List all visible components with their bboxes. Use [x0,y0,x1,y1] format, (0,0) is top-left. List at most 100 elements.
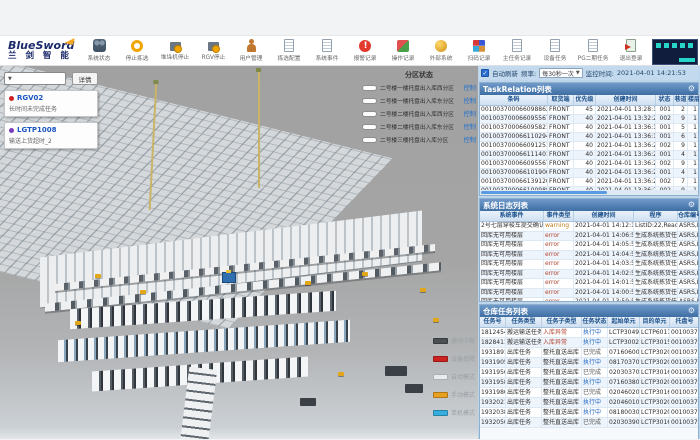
user-management-icon [245,39,258,52]
panel-title: 系统日志列表 [483,200,528,211]
panel-settings-icon[interactable]: ⚙ [688,200,695,210]
main-toolbar: BlueSword 兰 剑 智 能 系统状态停止拣选堆垛机停止RGV停止用户管理… [0,36,700,66]
table-row[interactable]: 回库无可用楼层error2021-04-01 14:00:52生成系统拣货任务请… [480,289,698,299]
partition-control-link[interactable]: 控制 [464,135,476,144]
partition-toggle[interactable] [362,137,377,143]
table-cell: 0818003032 [608,408,640,417]
table-header-row: 条码取货端优先级创建时间状态巷道楼层 [480,95,698,106]
table-row[interactable]: 00100370006611140190FRONT402021-04-01 13… [480,151,698,160]
table-row[interactable]: 00100370006609556770FRONT402021-04-01 13… [480,115,698,124]
partition-toggle[interactable] [362,98,377,104]
partition-control-link[interactable]: 控制 [464,109,476,118]
external-system-button[interactable]: 外部系统 [422,40,460,62]
table-cell: 出库任务 [506,358,542,367]
table-cell: 出库任务 [506,378,542,387]
table-row[interactable]: 回库无可用楼层error2021-04-01 14:06:57生成系统拣货任务请… [480,232,698,242]
partition-toggle[interactable] [362,124,377,130]
partition-toggle[interactable] [362,85,377,91]
agv-vehicle [140,290,146,294]
table-row[interactable]: 00100370006609556770FRONT402021-04-01 13… [480,160,698,169]
auto-refresh-checkbox[interactable]: ✓ [481,69,489,77]
table-cell: error [544,241,574,250]
table-row[interactable]: 1812454搬运输送任务入库异常执行中LCTP3049LCTP60110010… [480,328,698,338]
legend-item: 自动模式 [433,372,477,381]
table-row[interactable]: 1828411搬运输送任务入库异常执行中LCTP3002LCTP30150010… [480,338,698,348]
system-log-table: 系统事件事件类型创建时间程序仓库编号 2号七层穿梭车提交确认单平过车辆warni… [480,211,698,301]
table-cell: error [544,251,574,260]
partition-control-link[interactable]: 控制 [464,96,476,105]
logout-button[interactable]: 退出登录 [612,39,650,62]
table-cell: 1 [688,151,698,159]
detail-button[interactable]: 详情 [72,72,98,85]
task-relation-table: 条码取货端优先级创建时间状态巷道楼层 00100370006609886219F… [480,95,698,190]
stacker-stop-button[interactable]: 堆垛机停止 [156,40,194,61]
table-cell: ASRS,LG2 [678,298,698,301]
pg-phase2-tasks-button[interactable]: PG二期任务 [574,39,612,62]
table-cell: 001 [656,133,674,141]
table-row[interactable]: 00100370006610190639FRONT402021-04-01 13… [480,169,698,178]
table-cell: 1931958 [480,378,506,387]
system-status-button[interactable]: 系统状态 [80,39,118,62]
table-row[interactable]: 回库无可用楼层error2021-04-01 14:05:56生成系统拣货任务请… [480,241,698,251]
table-cell: 2021-04-01 14:03:56 [574,260,634,269]
table-row[interactable]: 1931905出库任务整托直送出库执行中0817037061LCTP302000… [480,358,698,368]
table-row[interactable]: 1932021出库任务整托直送出库执行中0204601062LCTP302000… [480,398,698,408]
minimap-thumbnail[interactable] [652,39,698,65]
agv-vehicle [95,274,101,278]
picking-config-button[interactable]: 拣选配置 [270,39,308,62]
partition-row: 二号楼二楼托盘出入库东分区控制 [362,122,476,131]
device-filter-select[interactable]: ▼ [4,72,66,85]
horizontal-scrollbar[interactable] [480,190,698,195]
table-cell: 生成系统拣货任务请求 [634,298,678,301]
table-row[interactable]: 1932038出库任务整托直送出库执行中0818003032LCTP302000… [480,408,698,418]
refresh-rate-select[interactable]: 每30秒一次 ▼ [539,68,583,78]
table-row[interactable]: 回库无可用楼层error2021-04-01 13:59:51生成系统拣货任务请… [480,298,698,301]
stop-picking-button[interactable]: 停止拣选 [118,40,156,62]
partition-control-link[interactable]: 控制 [464,83,476,92]
table-cell: 出库任务 [506,388,542,397]
table-row[interactable]: 1931958出库任务整托直送出库执行中0716038042LCTP302000… [480,378,698,388]
device-tasks-button[interactable]: 设备任务 [536,39,574,62]
table-row[interactable]: 00100370006611029457FRONT402021-04-01 13… [480,133,698,142]
table-cell: 1931956 [480,368,506,377]
table-row[interactable]: 2号七层穿梭车提交确认单平过车辆warning2021-04-01 14:12:… [480,222,698,232]
partition-toggle[interactable] [362,111,377,117]
table-row[interactable]: 回库无可用楼层error2021-04-01 14:02:55生成系统拣货任务请… [480,270,698,280]
table-row[interactable]: 回库无可用楼层error2021-04-01 14:03:56生成系统拣货任务请… [480,260,698,270]
table-cell: 回库无可用楼层 [480,279,544,288]
table-row[interactable]: 00100370006613912005FRONT402021-04-01 13… [480,178,698,187]
table-row[interactable]: 回库无可用楼层error2021-04-01 14:04:56生成系统拣货任务请… [480,251,698,261]
table-row[interactable]: 1931891出库任务整托直送出库已完成0716060082LCTP302000… [480,348,698,358]
device-alert-card[interactable]: RGV02长时间未完成任务 [4,90,98,117]
table-row[interactable]: 1932050出库任务整托直送出库已完成0203039011LCTP301600… [480,418,698,428]
alarm-records-button[interactable]: 报警记录 [346,40,384,62]
scan-records-icon [473,40,485,52]
rgv-stop-button[interactable]: RGV停止 [194,40,232,61]
device-alert-card[interactable]: LGTP1008输送上货超时_2 [4,122,98,149]
table-row[interactable]: 1931980出库任务整托直送出库已完成0204602081LCTP301600… [480,388,698,398]
system-events-button[interactable]: 系统事件 [308,39,346,62]
table-row[interactable]: 00100370006609582162FRONT402021-04-01 13… [480,124,698,133]
table-cell: 2021-04-01 14:06:57 [574,232,634,241]
table-cell: 0203039011 [608,418,640,427]
crane [258,70,260,188]
table-cell: 1 [688,169,698,177]
operation-records-button[interactable]: 操作记录 [384,40,422,62]
partition-control-link[interactable]: 控制 [464,122,476,131]
panel-settings-icon[interactable]: ⚙ [688,306,695,316]
scan-records-button[interactable]: 扫码记录 [460,40,498,62]
warehouse-3d-view[interactable]: ▼ 详情 RGV02长时间未完成任务LGTP1008输送上货超时_2 分区状态 … [0,66,478,439]
table-row[interactable]: 00100370006609125123FRONT402021-04-01 13… [480,142,698,151]
main-task-records-button[interactable]: 主任务记录 [498,39,536,62]
table-cell: 1 [688,142,698,150]
table-row[interactable]: 00100370006609886219FRONT452021-04-01 13… [480,106,698,115]
partition-label: 二号楼二楼托盘出入库西分区 [380,109,454,117]
scrollbar-thumb[interactable] [481,191,607,194]
table-cell: error [544,289,574,298]
table-cell: 入库异常 [542,328,582,337]
panel-settings-icon[interactable]: ⚙ [688,84,695,94]
table-row[interactable]: 1931956出库任务整托直送出库已完成0203037022LCTP301600… [480,368,698,378]
table-row[interactable]: 回库无可用楼层error2021-04-01 14:01:54生成系统拣货任务请… [480,279,698,289]
table-cell: 40 [574,178,596,186]
user-management-button[interactable]: 用户管理 [232,39,270,62]
